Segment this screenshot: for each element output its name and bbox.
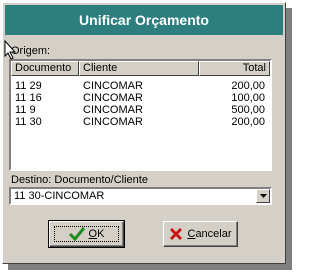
table-row[interactable]: 11 30 CINCOMAR 200,00 xyxy=(11,116,270,128)
cell-documento: 11 29 xyxy=(15,80,42,92)
ok-button[interactable]: OK xyxy=(48,220,125,248)
cell-documento: 11 30 xyxy=(15,116,42,128)
cell-total: 100,00 xyxy=(231,92,265,104)
list-header: Documento Cliente Total xyxy=(11,61,270,76)
origin-list[interactable]: Documento Cliente Total 11 29 CINCOMAR 2… xyxy=(9,59,272,171)
chevron-down-icon xyxy=(259,194,267,198)
cell-total: 500,00 xyxy=(231,104,265,116)
cell-total: 200,00 xyxy=(231,80,265,92)
cell-cliente: CINCOMAR xyxy=(83,104,143,116)
list-rows: 11 29 CINCOMAR 200,00 11 16 CINCOMAR 100… xyxy=(11,76,270,128)
cell-cliente: CINCOMAR xyxy=(83,116,143,128)
title-bar: Unificar Orçamento xyxy=(5,5,283,35)
cell-cliente: CINCOMAR xyxy=(83,80,143,92)
cell-documento: 11 9 xyxy=(15,104,36,116)
cancel-button-label: Cancelar xyxy=(187,228,232,240)
cancel-button[interactable]: Cancelar xyxy=(163,221,238,247)
column-header-total[interactable]: Total xyxy=(199,61,270,76)
table-row[interactable]: 11 29 CINCOMAR 200,00 xyxy=(11,80,270,92)
table-row[interactable]: 11 16 CINCOMAR 100,00 xyxy=(11,92,270,104)
cell-cliente: CINCOMAR xyxy=(83,92,143,104)
dropdown-button[interactable] xyxy=(256,189,270,203)
destination-select[interactable]: 11 30-CINCOMAR xyxy=(9,187,272,205)
column-header-cliente[interactable]: Cliente xyxy=(79,61,199,76)
window-title: Unificar Orçamento xyxy=(79,12,209,28)
x-icon xyxy=(170,227,183,241)
column-header-documento[interactable]: Documento xyxy=(11,61,79,76)
table-row[interactable]: 11 9 CINCOMAR 500,00 xyxy=(11,104,270,116)
cell-total: 200,00 xyxy=(231,116,265,128)
mouse-cursor-icon xyxy=(4,40,16,60)
origin-label: Origem: xyxy=(11,45,51,57)
cell-documento: 11 16 xyxy=(15,92,42,104)
destination-label: Destino: Documento/Cliente xyxy=(11,174,148,186)
focus-rect xyxy=(54,226,119,242)
destination-selected-value: 11 30-CINCOMAR xyxy=(14,190,105,202)
